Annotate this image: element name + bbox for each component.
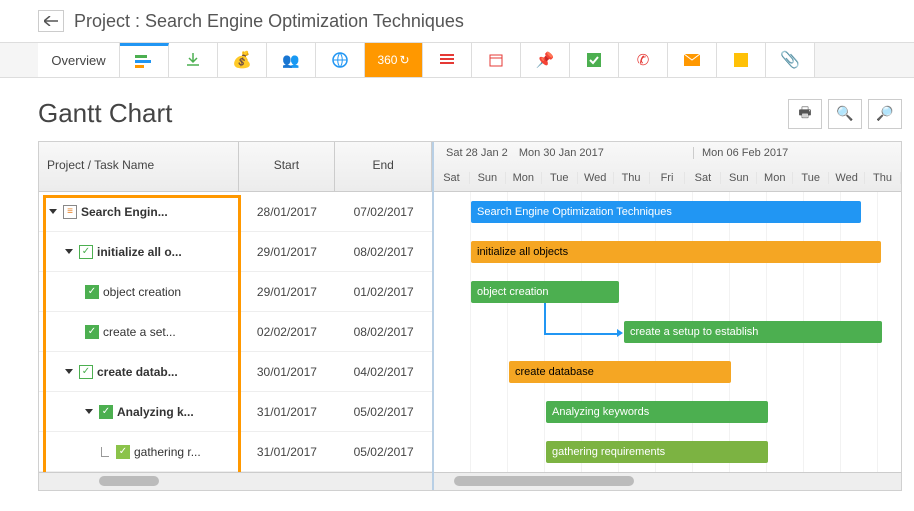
back-button[interactable] (38, 10, 64, 32)
col-task-name[interactable]: Project / Task Name (39, 142, 239, 191)
gantt-container: Project / Task Name Start End ≡Search En… (38, 141, 902, 491)
zoom-out-icon: 🔎 (876, 105, 893, 122)
gantt-bar[interactable]: gathering requirements (546, 441, 768, 463)
task-icon: ✓ (99, 405, 113, 419)
gantt-bar[interactable]: initialize all objects (471, 241, 881, 263)
download-icon (186, 53, 200, 67)
tab-globe[interactable] (316, 43, 365, 77)
tab-bar: Overview 💰 👥 360↻ 📌 ✆ 📎 (0, 42, 914, 78)
day-header: Sun (721, 172, 757, 184)
tasklist-icon: ✓ (79, 365, 93, 379)
day-header: Wed (578, 172, 614, 184)
gantt-bar[interactable]: create database (509, 361, 731, 383)
moneybag-icon: 💰 (232, 50, 252, 70)
tab-budget[interactable]: 💰 (218, 43, 267, 77)
tab-overview[interactable]: Overview (38, 43, 120, 77)
subtask-icon: ✓ (116, 445, 130, 459)
gantt-bar[interactable]: create a setup to establish (624, 321, 882, 343)
left-scrollbar[interactable] (39, 472, 432, 490)
tab-note[interactable] (717, 43, 766, 77)
day-header: Tue (793, 172, 829, 184)
print-button[interactable]: 🖶 (788, 99, 822, 129)
zoom-in-button[interactable]: 🔍 (828, 99, 862, 129)
subtask-connector (101, 447, 109, 457)
tasklist-icon: ✓ (79, 245, 93, 259)
reload-icon: ↻ (399, 53, 409, 67)
day-header: Mon (506, 172, 542, 184)
day-header: Wed (829, 172, 865, 184)
table-row[interactable]: ✓object creation 29/01/2017 01/02/2017 (39, 272, 432, 312)
table-row[interactable]: ✓create a set... 02/02/2017 08/02/2017 (39, 312, 432, 352)
task-icon: ✓ (85, 325, 99, 339)
table-row[interactable]: ✓initialize all o... 29/01/2017 08/02/20… (39, 232, 432, 272)
table-row[interactable]: ✓Analyzing k... 31/01/2017 05/02/2017 (39, 392, 432, 432)
calendar-icon (489, 53, 503, 67)
date-group: Mon 06 Feb 2017 (694, 147, 792, 159)
day-header: Thu (614, 172, 650, 184)
globe-icon (332, 52, 348, 68)
day-header: Thu (865, 172, 901, 184)
right-scrollbar[interactable] (434, 472, 901, 490)
phone-icon: ✆ (637, 51, 650, 69)
print-icon: 🖶 (798, 102, 811, 126)
paperclip-icon: 📎 (780, 50, 800, 70)
day-header: Sun (470, 172, 506, 184)
tab-call[interactable]: ✆ (619, 43, 668, 77)
gantt-icon (135, 54, 153, 70)
tab-360[interactable]: 360↻ (365, 43, 423, 77)
day-header: Sat (434, 172, 470, 184)
date-group: Sat 28 Jan 2 (442, 147, 512, 159)
zoom-out-button[interactable]: 🔎 (868, 99, 902, 129)
tab-team[interactable]: 👥 (267, 43, 316, 77)
tab-list[interactable] (423, 43, 472, 77)
col-end[interactable]: End (335, 142, 432, 191)
tab-attach[interactable]: 📎 (766, 43, 815, 77)
day-header: Fri (650, 172, 686, 184)
caret-icon[interactable] (65, 369, 73, 374)
mail-icon (684, 54, 700, 66)
project-title: Project : Search Engine Optimization Tec… (74, 11, 464, 32)
day-header: Mon (757, 172, 793, 184)
tab-pin[interactable]: 📌 (521, 43, 570, 77)
gantt-bar[interactable]: Analyzing keywords (546, 401, 768, 423)
zoom-in-icon: 🔍 (836, 105, 853, 122)
tab-download[interactable] (169, 43, 218, 77)
tab-check[interactable] (570, 43, 619, 77)
gantt-bar[interactable]: object creation (471, 281, 619, 303)
caret-icon[interactable] (65, 249, 73, 254)
table-row[interactable]: ✓create datab... 30/01/2017 04/02/2017 (39, 352, 432, 392)
project-icon: ≡ (63, 205, 77, 219)
day-header: Tue (542, 172, 578, 184)
check-cal-icon (587, 53, 601, 67)
caret-icon[interactable] (49, 209, 57, 214)
date-group: Mon 30 Jan 2017 (515, 147, 608, 159)
day-header: Sat (685, 172, 721, 184)
tab-mail[interactable] (668, 43, 717, 77)
caret-icon[interactable] (85, 409, 93, 414)
page-title: Gantt Chart (38, 98, 172, 129)
tab-calendar[interactable] (472, 43, 521, 77)
team-icon: 👥 (282, 52, 299, 69)
gantt-chart-area[interactable]: Search Engine Optimization Techniques in… (434, 192, 901, 472)
gantt-bar[interactable]: Search Engine Optimization Techniques (471, 201, 861, 223)
list-icon (440, 54, 454, 66)
table-row[interactable]: ≡Search Engin... 28/01/2017 07/02/2017 (39, 192, 432, 232)
task-icon: ✓ (85, 285, 99, 299)
col-start[interactable]: Start (239, 142, 336, 191)
note-icon (734, 53, 748, 67)
table-row[interactable]: ✓gathering r... 31/01/2017 05/02/2017 (39, 432, 432, 472)
tab-gantt[interactable] (120, 43, 169, 77)
pin-icon: 📌 (536, 51, 555, 69)
